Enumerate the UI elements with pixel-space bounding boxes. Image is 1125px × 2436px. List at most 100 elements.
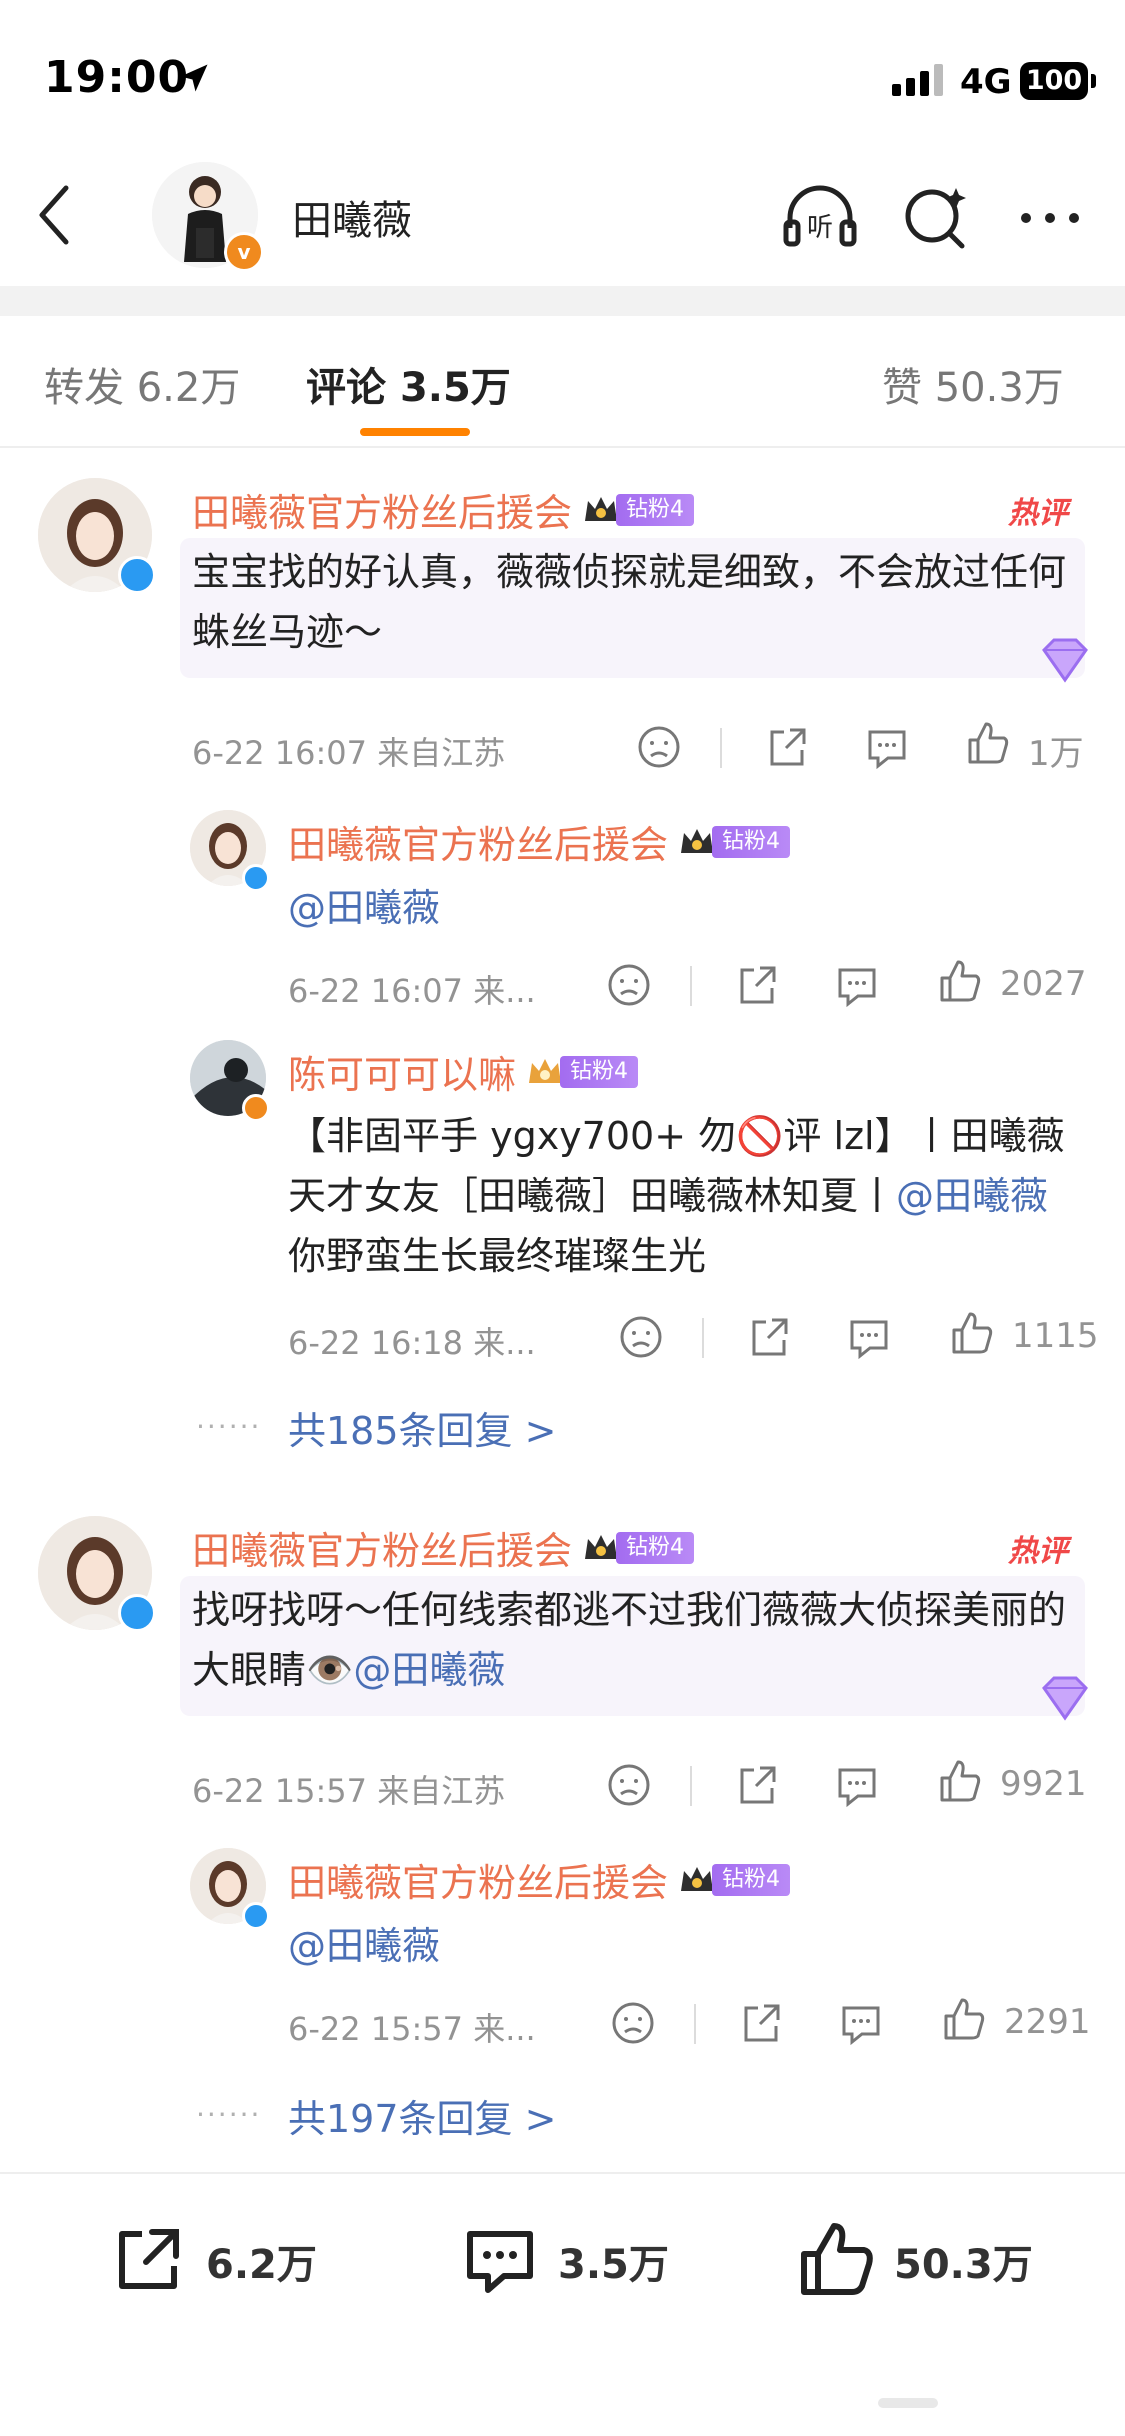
reply-text-part: 你野蛮生长最终璀璨生光 [288,1234,707,1278]
status-time: 19:00 [44,52,190,103]
tab-repost[interactable]: 转发 6.2万 [44,355,240,413]
fan-level-badge[interactable]: 钻粉4 [582,493,695,527]
bottom-like-count[interactable]: 50.3万 [894,2232,1033,2290]
fan-level-badge[interactable]: 钻粉4 [678,1863,791,1897]
reply-meta: 6-22 16:07 来... [288,972,536,1010]
crown-icon [529,1058,562,1083]
listen-icon[interactable]: 听 [780,178,860,258]
reply-text: 【非固平手 ygxy700+ 勿🚫评 lzl】丨田曦薇天才女友［田曦薇］田曦薇林… [288,1106,1078,1286]
diamond-icon [1042,638,1088,683]
comment-text: 找呀找呀～任何线索都逃不过我们薇薇大侦探美丽的大眼睛👁️@田曦薇 [192,1580,1072,1700]
fan-level-badge[interactable]: 钻粉4 [678,825,791,859]
reply-icon[interactable] [834,1762,880,1808]
back-icon[interactable] [30,180,80,250]
comment-text-part: 找呀找呀～任何线索都逃不过我们薇薇大侦探美丽的大眼睛👁️ [192,1588,1067,1692]
fan-level-label: 钻粉4 [712,1863,791,1896]
fan-level-label: 钻粉4 [616,493,695,526]
battery-tip [1091,74,1096,88]
like-count: 2027 [1000,964,1087,1004]
bottom-bar-divider [0,2172,1125,2174]
verified-badge [242,1902,270,1930]
like-count: 1万 [1028,734,1084,774]
like-icon[interactable] [936,1758,982,1804]
crown-icon [585,496,618,521]
like-icon[interactable] [964,720,1010,766]
diamond-icon [1042,1676,1088,1721]
comment-header: 田曦薇官方粉丝后援会 钻粉4 [192,482,695,537]
like-icon[interactable] [796,2220,876,2300]
share-icon[interactable] [764,724,810,770]
reply-username[interactable]: 田曦薇官方粉丝后援会 [288,1852,668,1907]
comment-meta: 6-22 15:57 来自江苏 [192,1772,506,1810]
like-icon[interactable] [940,1996,986,2042]
share-icon[interactable] [734,962,780,1008]
reply-icon[interactable] [846,1314,892,1360]
reply-username[interactable]: 陈可可可以嘛 [288,1044,516,1099]
dislike-icon[interactable] [610,2000,656,2046]
share-icon[interactable] [734,1762,780,1808]
tabs-divider [0,446,1125,448]
tab-comment-label: 评论 [306,365,386,411]
location-arrow-icon [180,64,208,92]
action-separator [690,1766,692,1806]
comment-icon[interactable] [460,2220,540,2300]
comment-username[interactable]: 田曦薇官方粉丝后援会 [192,482,572,537]
tab-comment-count: 3.5万 [399,365,511,411]
reply-username[interactable]: 田曦薇官方粉丝后援会 [288,814,668,869]
header-username[interactable]: 田曦薇 [292,188,412,246]
dislike-icon[interactable] [606,962,652,1008]
more-replies-dots: ······ [196,1410,262,1443]
search-icon[interactable] [896,178,976,258]
action-separator [694,2004,696,2044]
like-count: 9921 [1000,1764,1087,1804]
fan-level-badge[interactable]: 钻粉4 [526,1055,639,1089]
mention-link[interactable]: @田曦薇 [288,1916,440,1976]
comment-username[interactable]: 田曦薇官方粉丝后援会 [192,1520,572,1575]
action-separator [702,1318,704,1358]
fan-level-label: 钻粉4 [616,1531,695,1564]
fan-level-label: 钻粉4 [560,1055,639,1088]
more-icon[interactable] [1010,178,1090,258]
fan-level-badge[interactable]: 钻粉4 [582,1531,695,1565]
like-icon[interactable] [936,958,982,1004]
mention-link[interactable]: @田曦薇 [288,878,440,938]
reply-meta: 6-22 15:57 来... [288,2010,536,2048]
dislike-icon[interactable] [618,1314,664,1360]
dislike-icon[interactable] [606,1762,652,1808]
repost-icon[interactable] [108,2220,188,2300]
verified-badge: v [224,232,264,272]
hot-comment-tag: 热评 [1008,496,1068,531]
header-divider [0,286,1125,316]
like-count: 1115 [1012,1316,1099,1356]
mention-link[interactable]: @田曦薇 [353,1648,505,1692]
more-replies-link[interactable]: 共197条回复 > [288,2088,556,2143]
hot-comment-tag: 热评 [1008,1534,1068,1569]
reply-icon[interactable] [864,724,910,770]
fan-level-label: 钻粉4 [712,825,791,858]
reply-icon[interactable] [834,962,880,1008]
verified-badge [118,556,156,594]
like-icon[interactable] [948,1310,994,1356]
share-icon[interactable] [738,2000,784,2046]
more-replies-dots: ······ [196,2098,262,2131]
crown-icon [585,1534,618,1559]
battery-icon: 100 [1020,62,1088,100]
reply-icon[interactable] [838,2000,884,2046]
tab-like[interactable]: 赞 50.3万 [882,355,1064,413]
reply-meta: 6-22 16:18 来... [288,1324,536,1362]
mention-link[interactable]: @田曦薇 [896,1174,1048,1218]
bottom-comment-count[interactable]: 3.5万 [558,2232,669,2290]
crown-icon [681,828,714,853]
tab-active-indicator [360,428,470,436]
dislike-icon[interactable] [636,724,682,770]
share-icon[interactable] [746,1314,792,1360]
comment-meta: 6-22 16:07 来自江苏 [192,734,506,772]
tab-comment[interactable]: 评论 3.5万 [306,355,511,413]
network-type: 4G [960,62,1012,102]
reply-header: 田曦薇官方粉丝后援会 钻粉4 [288,1852,791,1907]
bottom-repost-count[interactable]: 6.2万 [206,2232,317,2290]
more-replies-link[interactable]: 共185条回复 > [288,1400,556,1455]
reply-header: 田曦薇官方粉丝后援会 钻粉4 [288,814,791,869]
verified-badge [118,1594,156,1632]
action-separator [690,966,692,1006]
